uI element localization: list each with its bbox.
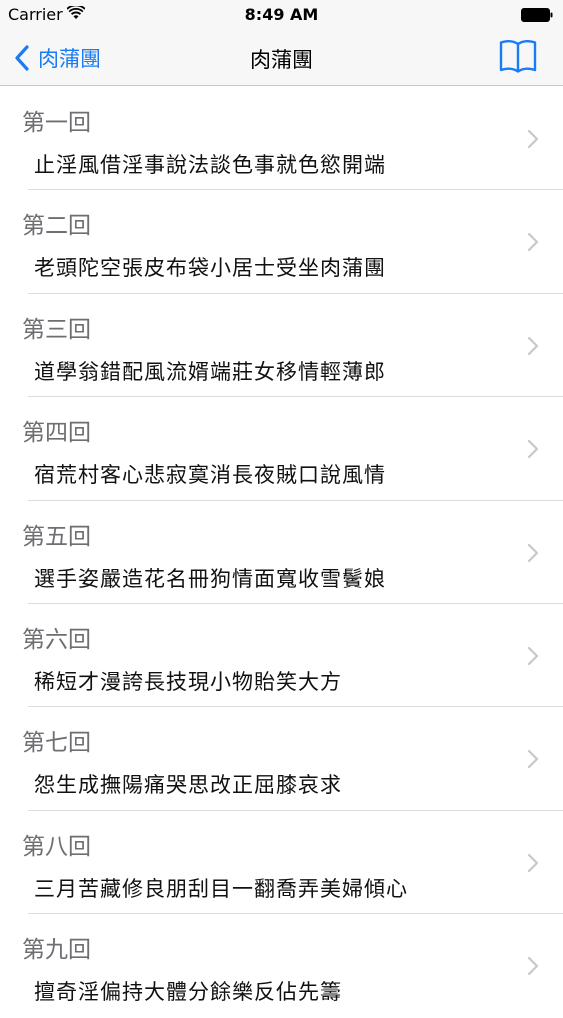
chapter-number: 第九回 <box>22 937 91 964</box>
chapter-title: 道學翁錯配風流婿端莊女移情輕薄郎 <box>34 359 386 384</box>
chapter-number: 第七回 <box>22 730 91 757</box>
chapter-title: 稀短才漫誇長技現小物貽笑大方 <box>34 669 342 694</box>
list-item[interactable]: 第四回 宿荒村客心悲寂寞消長夜賊口說風情 <box>0 397 563 501</box>
list-item[interactable]: 第三回 道學翁錯配風流婿端莊女移情輕薄郎 <box>0 294 563 398</box>
chapter-number: 第五回 <box>22 523 91 550</box>
chapter-number: 第六回 <box>22 626 91 653</box>
navigation-bar: 肉蒲團 肉蒲團 <box>0 30 563 86</box>
chevron-right-icon <box>527 543 539 562</box>
chapter-number: 第四回 <box>22 420 91 447</box>
chapter-title: 止淫風借淫事說法談色事就色慾開端 <box>34 153 386 177</box>
list-item[interactable]: 第六回 稀短才漫誇長技現小物貽笑大方 <box>0 604 563 708</box>
book-icon[interactable] <box>499 38 537 74</box>
chevron-right-icon <box>527 336 539 355</box>
chevron-right-icon <box>527 440 539 459</box>
chapter-title: 選手姿嚴造花名冊狗情面寬收雪鬢娘 <box>34 566 386 591</box>
chevron-right-icon <box>527 957 539 976</box>
chapter-number: 第二回 <box>22 213 91 240</box>
chapter-title: 三月苦藏修良朋刮目一翻喬弄美婦傾心 <box>34 876 408 901</box>
chapter-title: 擅奇淫偏持大體分餘樂反佔先籌 <box>34 980 342 1005</box>
chevron-right-icon <box>527 646 539 666</box>
chapter-title: 老頭陀空張皮布袋小居士受坐肉蒲團 <box>34 256 386 281</box>
chevron-right-icon <box>527 853 539 872</box>
battery-icon <box>521 8 553 22</box>
chevron-right-icon <box>527 233 539 252</box>
list-item[interactable]: 第二回 老頭陀空張皮布袋小居士受坐肉蒲團 <box>0 190 563 294</box>
list-item[interactable]: 第五回 選手姿嚴造花名冊狗情面寬收雪鬢娘 <box>0 501 563 604</box>
list-item[interactable]: 第九回 擅奇淫偏持大體分餘樂反佔先籌 <box>0 914 563 1017</box>
chapter-list: 第一回 止淫風借淫事說法談色事就色慾開端 第二回 老頭陀空張皮布袋小居士受坐肉蒲… <box>0 87 563 1018</box>
page-title: 肉蒲團 <box>250 48 313 72</box>
chevron-right-icon <box>527 129 539 149</box>
clock: 8:49 AM <box>244 5 319 24</box>
chapter-title: 宿荒村客心悲寂寞消長夜賊口說風情 <box>34 463 386 488</box>
chapter-number: 第一回 <box>22 110 91 136</box>
chapter-number: 第八回 <box>22 833 91 860</box>
list-item[interactable]: 第八回 三月苦藏修良朋刮目一翻喬弄美婦傾心 <box>0 811 563 915</box>
list-item[interactable]: 第一回 止淫風借淫事說法談色事就色慾開端 <box>0 87 563 191</box>
chevron-right-icon <box>527 750 539 769</box>
chapter-number: 第三回 <box>22 316 91 343</box>
status-bar: Carrier 8:49 AM <box>0 0 563 30</box>
chapter-title: 怨生成撫陽痛哭思改正屈膝哀求 <box>34 773 342 798</box>
list-item[interactable]: 第七回 怨生成撫陽痛哭思改正屈膝哀求 <box>0 707 563 811</box>
